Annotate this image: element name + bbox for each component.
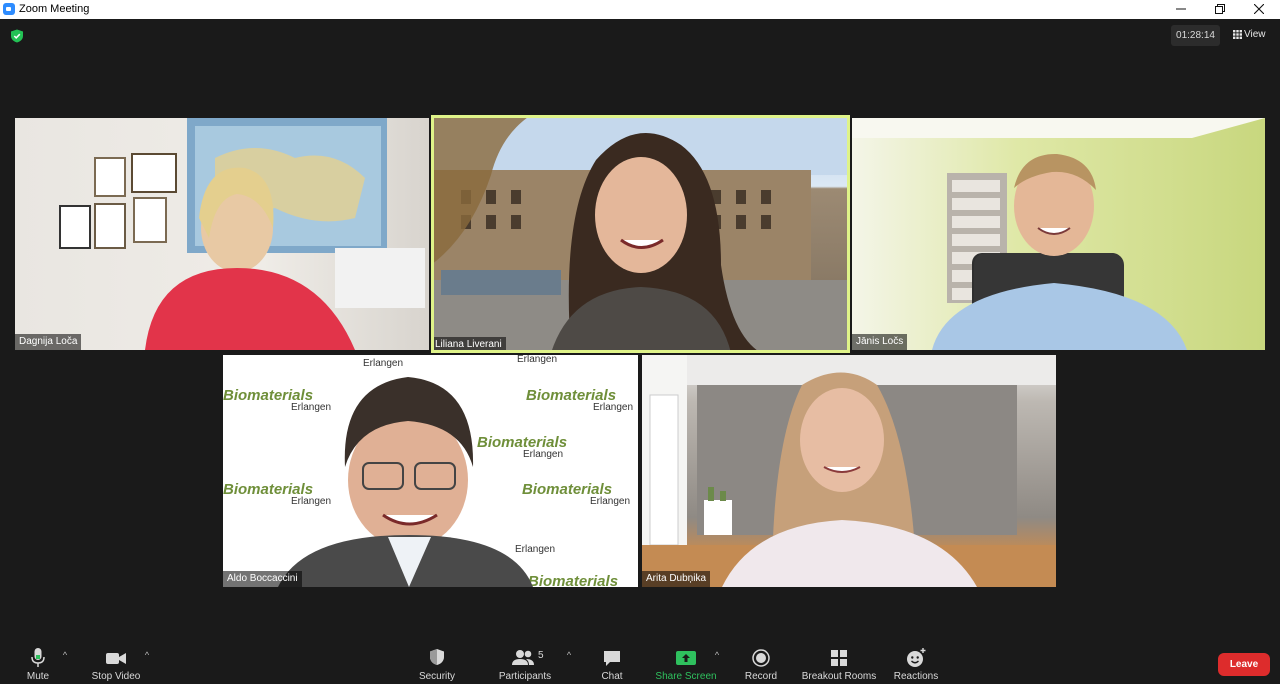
record-label: Record — [744, 671, 778, 682]
minimize-button[interactable] — [1161, 0, 1201, 19]
participant-name-label: Arita Dubņika — [642, 571, 711, 587]
video-camera-icon — [106, 653, 126, 664]
audio-options-caret[interactable]: ^ — [60, 650, 70, 660]
video-tile-arita[interactable]: Arita Dubņika — [642, 355, 1056, 587]
zoom-app-icon — [3, 3, 15, 15]
participant-name-label: Liliana Liverani — [431, 337, 506, 353]
participant-video — [59, 118, 425, 350]
microphone-icon — [31, 648, 45, 667]
encryption-shield-icon[interactable] — [10, 29, 24, 43]
chat-bubble-icon — [604, 651, 620, 666]
participant-name-label: Jānis Ločs — [852, 334, 908, 350]
view-button[interactable]: View — [1230, 25, 1266, 46]
leave-button[interactable]: Leave — [1218, 653, 1270, 676]
meeting-toolbar: Mute ^ Stop Video ^ Security 5 Participa… — [0, 640, 1280, 684]
video-tile-janis[interactable]: Jānis Ločs — [852, 118, 1265, 350]
participant-video — [431, 115, 850, 353]
stop-video-button[interactable]: Stop Video — [76, 640, 156, 684]
reactions-label: Reactions — [893, 671, 939, 682]
mute-label: Mute — [26, 671, 50, 682]
participants-count: 5 — [538, 650, 544, 661]
share-screen-button[interactable]: Share Screen — [646, 640, 726, 684]
reactions-smiley-icon — [907, 648, 926, 667]
meeting-timer: 01:28:14 — [1171, 25, 1220, 46]
breakout-rooms-icon — [831, 650, 847, 666]
participants-label: Participants — [498, 671, 552, 682]
participant-name-label: Aldo Boccaccini — [223, 571, 302, 587]
participant-name-label: Dagnija Loča — [15, 334, 82, 350]
window-title: Zoom Meeting — [19, 3, 90, 15]
participant-video — [642, 355, 1056, 587]
participant-video — [852, 118, 1265, 350]
security-label: Security — [418, 671, 456, 682]
mute-button[interactable]: Mute — [0, 640, 78, 684]
security-shield-icon — [430, 649, 444, 665]
close-window-button[interactable] — [1239, 0, 1279, 19]
participants-icon — [512, 650, 534, 665]
restore-icon — [1215, 4, 1225, 14]
share-screen-label: Share Screen — [655, 671, 717, 682]
window-title-bar: Zoom Meeting — [0, 0, 1280, 19]
breakout-rooms-button[interactable]: Breakout Rooms — [799, 640, 879, 684]
view-label: View — [1244, 29, 1266, 40]
security-button[interactable]: Security — [397, 640, 477, 684]
restore-button[interactable] — [1200, 0, 1240, 19]
video-options-caret[interactable]: ^ — [142, 650, 152, 660]
stop-video-label: Stop Video — [91, 671, 141, 682]
share-screen-icon — [676, 651, 696, 665]
video-tile-liliana-active-speaker[interactable]: Liliana Liverani — [431, 115, 850, 353]
video-tile-dagnija[interactable]: Dagnija Loča — [15, 118, 429, 350]
close-icon — [1253, 3, 1265, 15]
record-button[interactable]: Record — [721, 640, 801, 684]
participant-video — [278, 377, 533, 587]
chat-button[interactable]: Chat — [572, 640, 652, 684]
grid-view-icon — [1233, 30, 1242, 39]
minimize-icon — [1176, 8, 1186, 10]
chat-label: Chat — [601, 671, 623, 682]
breakout-rooms-label: Breakout Rooms — [801, 671, 877, 682]
record-icon — [752, 649, 770, 667]
video-tile-aldo[interactable]: Erlangen Erlangen Biomaterials Erlangen … — [223, 355, 638, 587]
participants-button[interactable]: 5 Participants — [485, 640, 565, 684]
reactions-button[interactable]: Reactions — [876, 640, 956, 684]
